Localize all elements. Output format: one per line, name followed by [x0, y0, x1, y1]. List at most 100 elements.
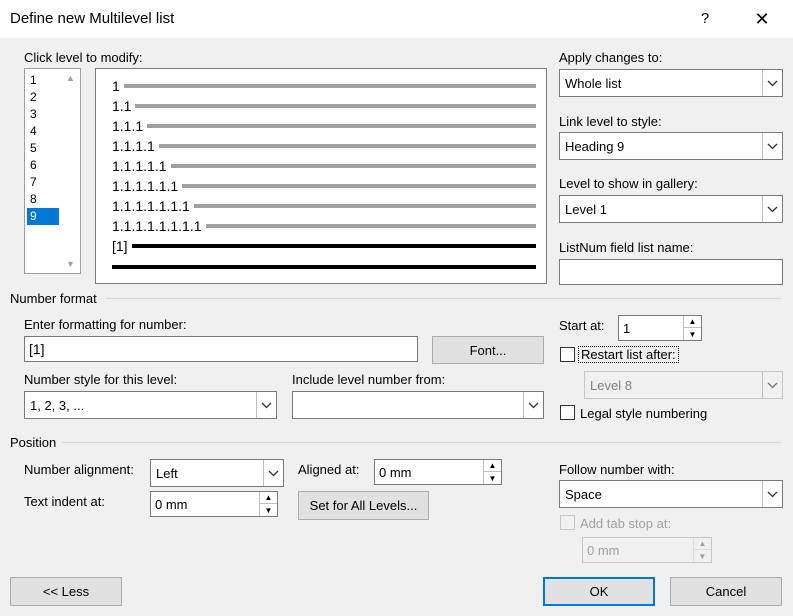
restart-level-combo[interactable]: Level 8 [584, 371, 783, 399]
set-all-levels-button[interactable]: Set for All Levels... [298, 491, 429, 520]
preview-number: 1.1.1.1 [112, 138, 155, 154]
tab-stop-stepper[interactable]: 0 mm ▲ ▼ [582, 537, 712, 563]
less-button[interactable]: << Less [10, 577, 122, 606]
spin-down-icon[interactable]: ▼ [260, 504, 277, 516]
scroll-up-icon[interactable]: ▲ [61, 73, 80, 83]
level-item-7[interactable]: 7 [27, 174, 59, 191]
chevron-down-icon[interactable] [762, 481, 782, 507]
number-format-input[interactable]: [1] [24, 336, 418, 362]
help-button[interactable]: ? [688, 6, 722, 32]
chevron-down-icon[interactable] [523, 392, 543, 418]
list-preview: 1 1.1 1.1.1 1.1.1.1 1.1.1.1.1 1.1.1.1.1.… [95, 68, 547, 284]
spin-up-icon[interactable]: ▲ [694, 538, 711, 550]
listnum-label: ListNum field list name: [559, 240, 694, 255]
include-level-combo[interactable] [292, 391, 544, 419]
preview-line [158, 144, 536, 148]
chevron-down-icon[interactable] [762, 372, 782, 398]
level-item-9[interactable]: 9 [27, 208, 59, 225]
start-at-stepper[interactable]: 1 ▲ ▼ [618, 315, 702, 341]
gallery-combo[interactable]: Level 1 [559, 195, 783, 223]
restart-list-checkbox[interactable] [560, 347, 575, 362]
spin-up-icon[interactable]: ▲ [484, 460, 501, 472]
number-format-heading: Number format [10, 291, 97, 306]
chevron-down-icon[interactable] [762, 70, 782, 96]
preview-row: 1 [112, 77, 536, 95]
dialog-title: Define new Multilevel list [10, 10, 175, 27]
enter-format-label: Enter formatting for number: [24, 317, 187, 332]
listnum-input[interactable] [559, 259, 783, 285]
level-item-2[interactable]: 2 [27, 89, 59, 106]
add-tab-stop-label: Add tab stop at: [580, 516, 672, 531]
preview-row: 1.1.1.1 [112, 137, 536, 155]
legal-numbering-checkbox[interactable] [560, 405, 575, 420]
preview-line [123, 84, 536, 88]
preview-line [205, 224, 536, 228]
follow-number-value: Space [565, 486, 602, 502]
gallery-value: Level 1 [565, 201, 607, 217]
spin-down-icon[interactable]: ▼ [484, 472, 501, 484]
preview-row: 1.1.1.1.1.1.1 [112, 197, 536, 215]
preview-number: 1.1.1.1.1.1 [112, 178, 179, 194]
font-button[interactable]: Font... [432, 336, 544, 364]
level-list-scrollbar[interactable]: ▲ ▼ [61, 69, 80, 273]
apply-combo[interactable]: Whole list [559, 69, 783, 97]
number-style-label: Number style for this level: [24, 372, 178, 387]
level-listbox[interactable]: 1 2 3 4 5 6 7 8 9 ▲ ▼ [24, 68, 81, 274]
start-at-value: 1 [623, 320, 631, 336]
link-style-combo[interactable]: Heading 9 [559, 132, 783, 160]
level-item-3[interactable]: 3 [27, 106, 59, 123]
aligned-at-label: Aligned at: [298, 462, 360, 477]
close-button[interactable]: ✕ [740, 6, 784, 32]
link-style-value: Heading 9 [565, 138, 625, 154]
spin-down-icon[interactable]: ▼ [694, 550, 711, 562]
preview-number: 1.1.1.1.1.1.1.1 [112, 218, 202, 234]
level-item-1[interactable]: 1 [27, 72, 59, 89]
follow-number-combo[interactable]: Space [559, 480, 783, 508]
preview-row: 1.1.1.1.1.1 [112, 177, 536, 195]
preview-number: 1.1.1 [112, 118, 144, 134]
text-indent-stepper[interactable]: 0 mm ▲ ▼ [150, 491, 278, 517]
preview-line [170, 164, 536, 168]
spin-up-icon[interactable]: ▲ [684, 316, 701, 328]
preview-number: 1 [112, 78, 120, 94]
ok-button[interactable]: OK [543, 577, 655, 606]
chevron-down-icon[interactable] [263, 460, 283, 486]
apply-value: Whole list [565, 75, 622, 91]
text-indent-value: 0 mm [155, 496, 188, 512]
start-at-label: Start at: [559, 318, 605, 333]
spin-down-icon[interactable]: ▼ [684, 328, 701, 340]
section-divider [62, 442, 781, 443]
preview-row: 1.1.1.1.1.1.1.1 [112, 217, 536, 235]
preview-number: 1.1 [112, 98, 132, 114]
tab-stop-value: 0 mm [587, 542, 620, 558]
level-item-4[interactable]: 4 [27, 123, 59, 140]
include-level-label: Include level number from: [292, 372, 446, 387]
cancel-button[interactable]: Cancel [670, 577, 782, 606]
restart-level-value: Level 8 [590, 377, 632, 393]
spin-up-icon[interactable]: ▲ [260, 492, 277, 504]
level-list-label: Click level to modify: [24, 50, 143, 65]
preview-row: 1.1 [112, 97, 536, 115]
preview-row: 1.1.1 [112, 117, 536, 135]
preview-number: [1] [112, 238, 128, 254]
chevron-down-icon[interactable] [256, 392, 276, 418]
level-item-5[interactable]: 5 [27, 140, 59, 157]
position-heading: Position [10, 435, 57, 450]
scroll-down-icon[interactable]: ▼ [61, 259, 80, 269]
preview-row-selected: [1] [112, 237, 536, 255]
preview-number: 1.1.1.1.1.1.1 [112, 198, 190, 214]
add-tab-stop-checkbox[interactable] [560, 515, 575, 530]
number-alignment-combo[interactable]: Left [150, 459, 284, 487]
number-style-combo[interactable]: 1, 2, 3, ... [24, 391, 277, 419]
aligned-at-stepper[interactable]: 0 mm ▲ ▼ [374, 459, 502, 485]
link-style-label: Link level to style: [559, 114, 662, 129]
level-item-8[interactable]: 8 [27, 191, 59, 208]
preview-line [131, 244, 536, 248]
restart-list-label: Restart list after: [578, 346, 679, 363]
preview-line [182, 184, 536, 188]
level-item-6[interactable]: 6 [27, 157, 59, 174]
preview-row: 1.1.1.1.1 [112, 157, 536, 175]
preview-line [135, 104, 536, 108]
chevron-down-icon[interactable] [762, 133, 782, 159]
chevron-down-icon[interactable] [762, 196, 782, 222]
